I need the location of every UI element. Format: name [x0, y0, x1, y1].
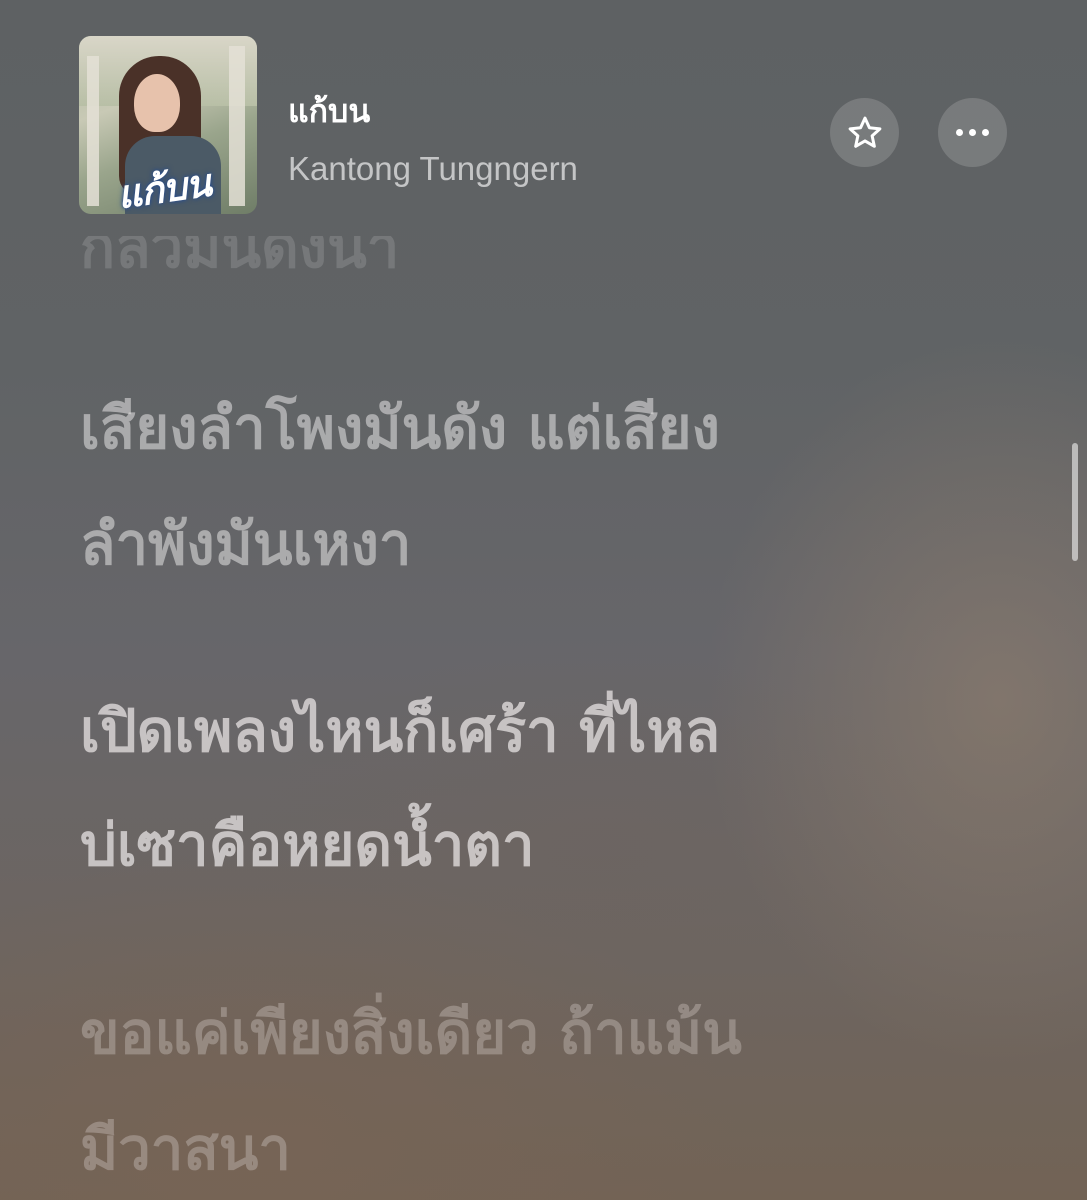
- lyrics-screen: แก้บน แก้บน Kantong Tungngern กลัวมันดัง…: [0, 0, 1087, 1200]
- artwork-figure-face: [134, 74, 180, 132]
- lyric-line[interactable]: มีวาสนา: [80, 1116, 291, 1182]
- now-playing-header: แก้บน แก้บน Kantong Tungngern: [0, 0, 1087, 240]
- lyric-line[interactable]: ขอแค่เพียงสิ่งเดียว ถ้าแม้น: [80, 1000, 742, 1066]
- star-icon: [848, 116, 881, 148]
- song-title: แก้บน: [288, 92, 371, 130]
- lyric-line[interactable]: ลำพังมันเหงา: [80, 511, 412, 577]
- lyric-line[interactable]: เสียงลำโพงมันดัง แต่เสียง: [80, 395, 720, 461]
- lyric-line-current[interactable]: เปิดเพลงไหนก็เศร้า ที่ไหล: [80, 698, 720, 764]
- artwork-pillar: [87, 56, 99, 206]
- scroll-indicator[interactable]: [1072, 443, 1078, 561]
- lyric-line-current[interactable]: บ่เซาคือหยดน้ำตา: [80, 812, 535, 878]
- more-options-button[interactable]: [938, 98, 1007, 167]
- album-artwork[interactable]: แก้บน: [79, 36, 257, 214]
- favorite-button[interactable]: [830, 98, 899, 167]
- ellipsis-icon: [956, 129, 989, 136]
- artwork-pillar: [229, 46, 245, 206]
- song-artist[interactable]: Kantong Tungngern: [288, 150, 578, 188]
